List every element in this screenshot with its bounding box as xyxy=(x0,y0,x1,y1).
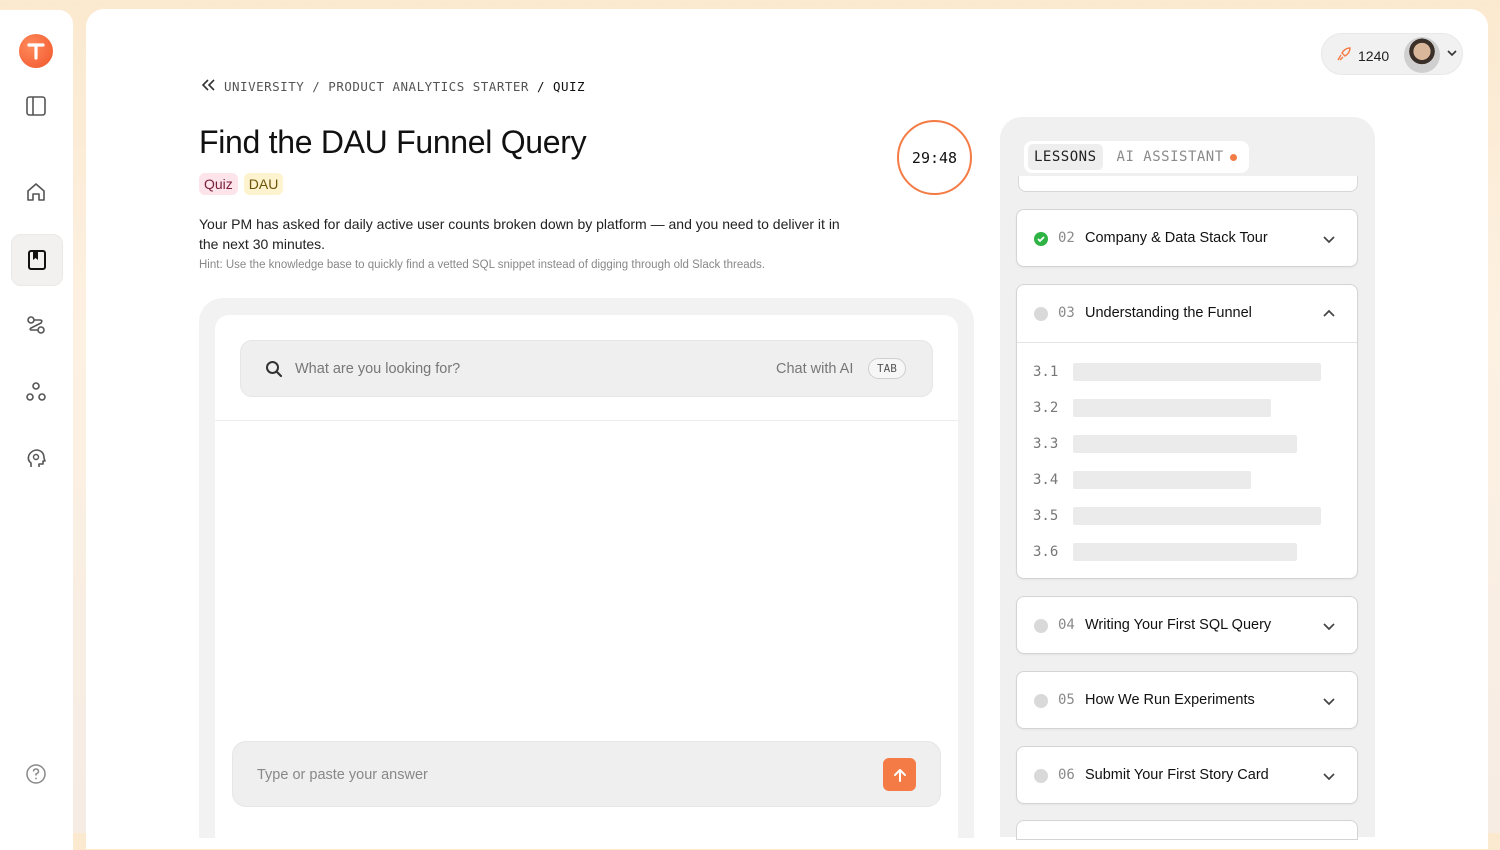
nodes-icon[interactable] xyxy=(16,372,56,412)
lesson-number: 02 xyxy=(1058,230,1075,246)
left-rail xyxy=(0,10,73,850)
sublesson-placeholder[interactable] xyxy=(1073,435,1297,453)
brain-icon[interactable] xyxy=(16,439,56,479)
sublesson-number: 3.5 xyxy=(1033,508,1059,524)
arrow-up-icon xyxy=(893,768,906,782)
tag-dau: DAU xyxy=(243,173,284,195)
lesson-title: How We Run Experiments xyxy=(1085,692,1255,708)
lesson-title: Submit Your First Story Card xyxy=(1085,767,1269,783)
sublesson-number: 3.4 xyxy=(1033,472,1059,488)
page-title: Find the DAU Funnel Query xyxy=(199,124,587,160)
lesson-item-02[interactable]: 02 Company & Data Stack Tour xyxy=(1016,209,1358,267)
lesson-title: Company & Data Stack Tour xyxy=(1085,230,1268,246)
chevron-down-icon[interactable] xyxy=(1321,768,1337,789)
sublesson-number: 3.2 xyxy=(1033,400,1059,416)
sublesson-placeholder[interactable] xyxy=(1073,471,1251,489)
lesson-number: 06 xyxy=(1058,767,1075,783)
lesson-title: Writing Your First SQL Query xyxy=(1085,617,1272,633)
book-icon[interactable] xyxy=(11,234,63,286)
sublesson-placeholder[interactable] xyxy=(1073,399,1271,417)
status-circle-icon xyxy=(1034,769,1048,783)
lesson-item-05[interactable]: 05 How We Run Experiments xyxy=(1016,671,1358,729)
logo-icon[interactable] xyxy=(19,34,53,68)
lesson-card-partial xyxy=(1018,176,1358,192)
breadcrumb-separator: / xyxy=(536,79,545,94)
lesson-number: 05 xyxy=(1058,692,1075,708)
tag-quiz: Quiz xyxy=(199,173,238,195)
status-circle-icon xyxy=(1034,694,1048,708)
sublesson-placeholder[interactable] xyxy=(1073,543,1297,561)
divider xyxy=(1017,342,1357,343)
search-icon xyxy=(265,360,283,383)
lesson-card-partial xyxy=(1016,820,1358,840)
lesson-item-04[interactable]: 04 Writing Your First SQL Query xyxy=(1016,596,1358,654)
quiz-hint: Hint: Use the knowledge base to quickly … xyxy=(199,259,765,271)
credits-count: 1240 xyxy=(1358,47,1390,64)
tab-shortcut-badge: TAB xyxy=(868,358,906,379)
side-tabs: LESSONS AI ASSISTANT xyxy=(1024,141,1249,173)
search-input[interactable]: What are you looking for? xyxy=(295,361,460,377)
divider xyxy=(215,420,958,421)
tab-lessons[interactable]: LESSONS xyxy=(1028,144,1103,170)
tab-ai-assistant-label: AI ASSISTANT xyxy=(1116,149,1224,165)
quiz-description: Your PM has asked for daily active user … xyxy=(199,216,840,252)
path-icon[interactable] xyxy=(16,305,56,345)
back-double-chevron-icon[interactable] xyxy=(200,78,216,95)
lesson-number: 03 xyxy=(1058,305,1075,321)
sublesson-number: 3.3 xyxy=(1033,436,1059,452)
chevron-up-icon[interactable] xyxy=(1321,306,1337,327)
breadcrumb-separator: / xyxy=(312,79,321,94)
chevron-down-icon[interactable] xyxy=(1321,231,1337,252)
search-bar[interactable]: What are you looking for? Chat with AI T… xyxy=(240,340,933,397)
breadcrumb: UNIVERSITY / PRODUCT ANALYTICS STARTER /… xyxy=(200,78,585,95)
countdown-timer: 29:48 xyxy=(897,120,972,195)
chevron-down-icon[interactable] xyxy=(1446,46,1458,65)
help-icon[interactable] xyxy=(16,754,56,794)
chevron-down-icon[interactable] xyxy=(1321,693,1337,714)
sidebar-toggle-icon[interactable] xyxy=(16,86,56,126)
home-icon[interactable] xyxy=(16,172,56,212)
avatar[interactable] xyxy=(1404,37,1440,73)
chevron-down-icon[interactable] xyxy=(1321,618,1337,639)
breadcrumb-university[interactable]: UNIVERSITY xyxy=(224,79,304,94)
notification-dot xyxy=(1229,153,1237,161)
submit-answer-button[interactable] xyxy=(883,758,916,791)
status-circle-icon xyxy=(1034,619,1048,633)
answer-box[interactable]: Type or paste your answer xyxy=(232,741,941,807)
account-menu[interactable]: 1240 xyxy=(1321,33,1463,75)
lesson-item-06[interactable]: 06 Submit Your First Story Card xyxy=(1016,746,1358,804)
breadcrumb-current: QUIZ xyxy=(552,79,586,94)
lesson-title: Understanding the Funnel xyxy=(1085,305,1252,321)
status-circle-icon xyxy=(1034,307,1048,321)
answer-input[interactable]: Type or paste your answer xyxy=(257,767,428,783)
rocket-icon xyxy=(1336,46,1352,65)
lesson-number: 04 xyxy=(1058,617,1075,633)
chat-with-ai-link[interactable]: Chat with AI xyxy=(776,361,853,377)
tag-list: Quiz DAU xyxy=(199,173,284,195)
sublesson-number: 3.6 xyxy=(1033,544,1059,560)
sublesson-placeholder[interactable] xyxy=(1073,363,1321,381)
check-circle-icon xyxy=(1034,232,1048,246)
tab-ai-assistant[interactable]: AI ASSISTANT xyxy=(1111,144,1243,170)
breadcrumb-course[interactable]: PRODUCT ANALYTICS STARTER xyxy=(328,79,529,94)
sublesson-number: 3.1 xyxy=(1033,364,1059,380)
sublesson-placeholder[interactable] xyxy=(1073,507,1321,525)
lesson-item-03[interactable]: 03 Understanding the Funnel 3.1 3.2 3.3 … xyxy=(1016,284,1358,579)
